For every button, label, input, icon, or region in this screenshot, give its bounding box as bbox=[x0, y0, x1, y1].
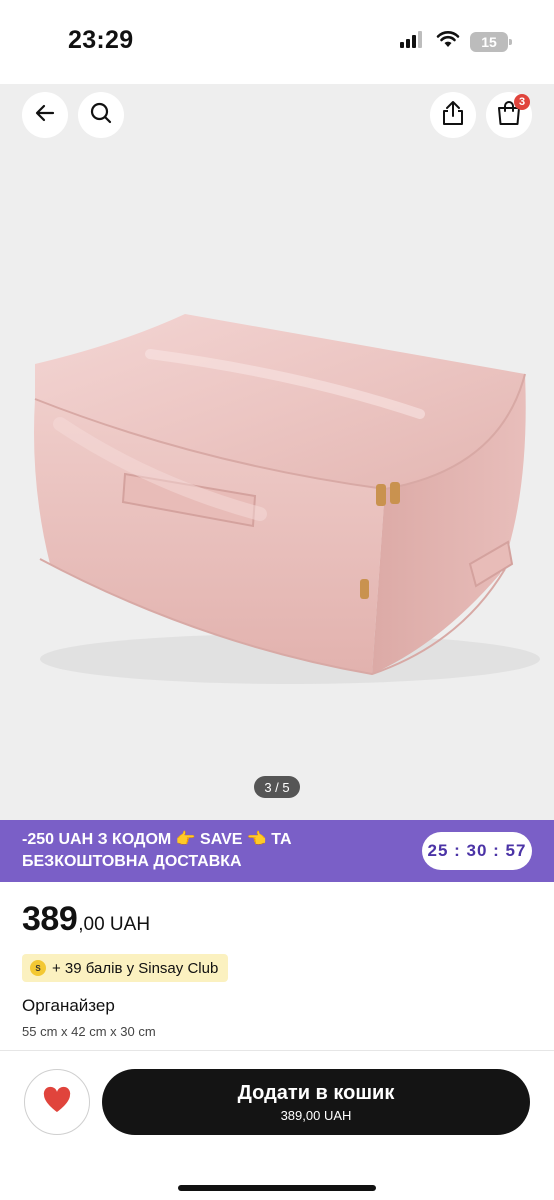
promo-countdown: 25 : 30 : 57 bbox=[422, 832, 532, 870]
add-to-cart-label: Додати в кошик bbox=[237, 1081, 395, 1104]
sinsay-club-coin-icon: S bbox=[30, 960, 46, 976]
loyalty-points-text: + 39 балів у Sinsay Club bbox=[52, 959, 219, 977]
back-arrow-icon bbox=[34, 102, 56, 129]
add-to-cart-price: 389,00 UAH bbox=[280, 1107, 352, 1123]
price-cents-currency: ,00 UAH bbox=[78, 914, 151, 935]
favorite-button[interactable] bbox=[24, 1069, 90, 1135]
back-button[interactable] bbox=[22, 92, 68, 138]
cart-button[interactable]: 3 bbox=[486, 92, 532, 138]
status-bar: 23:29 15 bbox=[0, 0, 554, 84]
promo-text: -250 UAH З КОДОМ 👉 SAVE 👈 ТА БЕЗКОШТОВНА… bbox=[22, 831, 292, 870]
status-icons: 15 bbox=[400, 30, 512, 53]
price-main: 389 bbox=[22, 900, 78, 938]
heart-icon bbox=[42, 1086, 72, 1119]
share-button[interactable] bbox=[430, 92, 476, 138]
product-price: 389 ,00 UAH bbox=[22, 900, 150, 939]
product-gallery[interactable]: 3 3 / 5 bbox=[0, 84, 554, 820]
cellular-signal-icon bbox=[400, 30, 426, 53]
home-indicator bbox=[178, 1185, 376, 1191]
add-to-cart-button[interactable]: Додати в кошик 389,00 UAH bbox=[102, 1069, 530, 1135]
search-icon bbox=[89, 101, 113, 130]
wifi-icon bbox=[436, 30, 460, 53]
cart-count-badge: 3 bbox=[514, 94, 530, 110]
product-image bbox=[34, 314, 540, 684]
product-info: 389 ,00 UAH S + 39 балів у Sinsay Club О… bbox=[0, 882, 554, 1050]
gallery-page-indicator: 3 / 5 bbox=[254, 776, 300, 798]
bottom-action-bar: Додати в кошик 389,00 UAH bbox=[0, 1050, 554, 1200]
status-time: 23:29 bbox=[68, 26, 134, 54]
battery-icon: 15 bbox=[470, 31, 512, 52]
share-icon bbox=[441, 100, 465, 131]
product-dimensions: 55 cm x 42 cm x 30 cm bbox=[22, 1024, 156, 1039]
search-button[interactable] bbox=[78, 92, 124, 138]
product-name: Органайзер bbox=[22, 996, 115, 1015]
loyalty-points-badge: S + 39 балів у Sinsay Club bbox=[22, 954, 229, 982]
promo-banner[interactable]: -250 UAH З КОДОМ 👉 SAVE 👈 ТА БЕЗКОШТОВНА… bbox=[0, 820, 554, 882]
